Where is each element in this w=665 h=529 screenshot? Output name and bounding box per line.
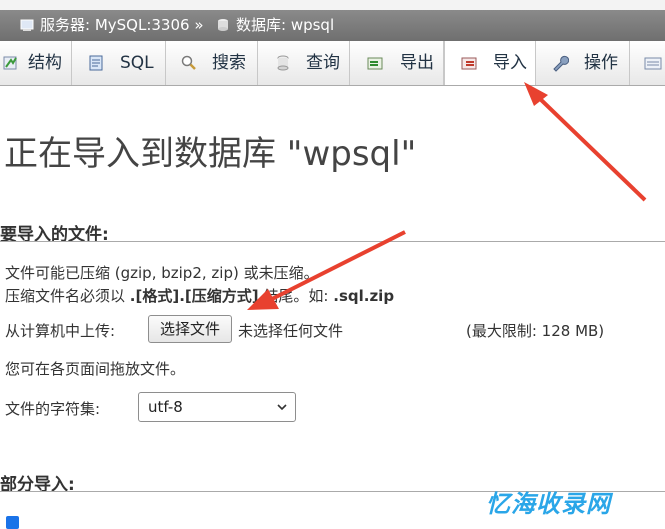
arrow-to-import-tab	[524, 82, 647, 202]
annotation-arrows	[247, 82, 647, 310]
arrow-to-choose-file	[247, 230, 406, 310]
